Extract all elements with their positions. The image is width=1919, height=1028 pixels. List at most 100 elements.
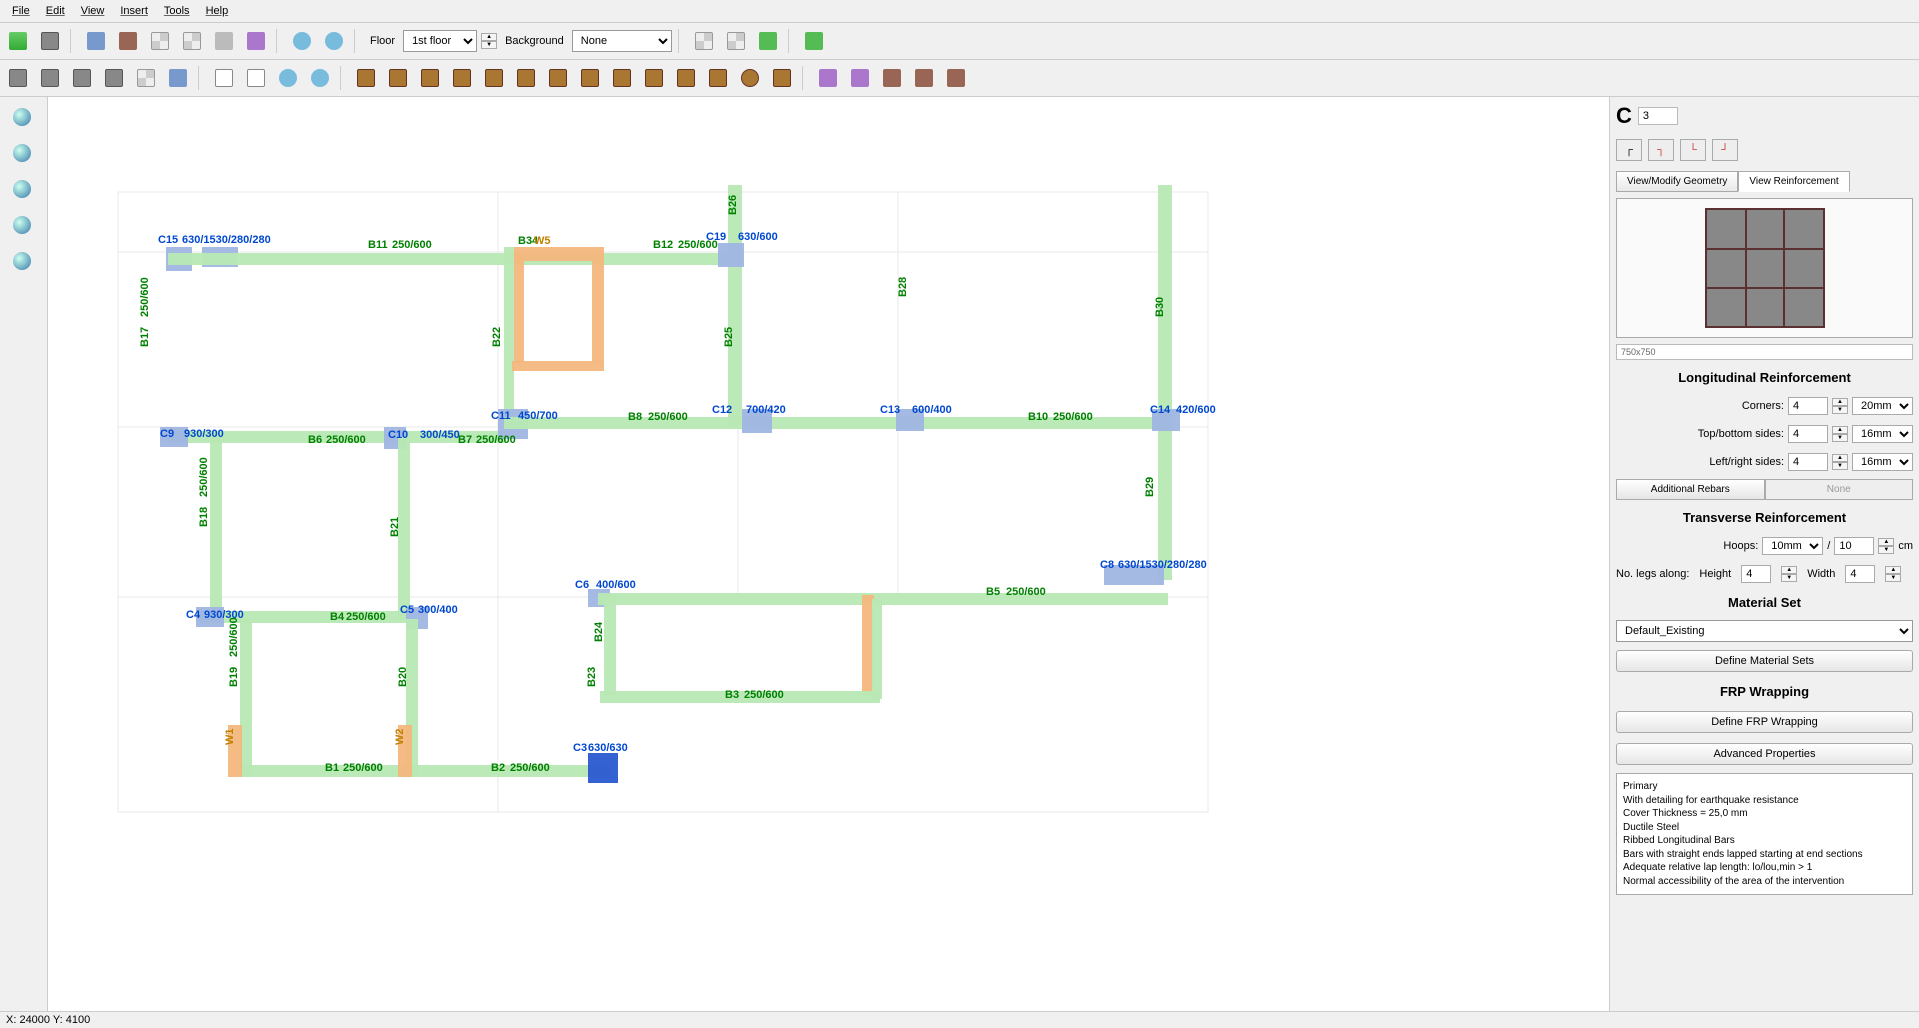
slab-5[interactable] [942, 64, 970, 92]
additional-rebars-button[interactable]: Additional Rebars [1616, 479, 1765, 500]
zoom-in-icon[interactable] [4, 101, 40, 133]
save-button[interactable] [4, 27, 32, 55]
zoom-extents-icon[interactable] [4, 209, 40, 241]
slab-2[interactable] [846, 64, 874, 92]
legs-width-input[interactable] [1845, 565, 1875, 583]
legs-w-down[interactable]: ▼ [1885, 574, 1901, 582]
zoom-out-icon[interactable] [4, 137, 40, 169]
svg-text:B6: B6 [308, 434, 322, 446]
ortho-button[interactable] [722, 27, 750, 55]
tb-label: Top/bottom sides: [1698, 428, 1784, 440]
select-tool[interactable] [210, 64, 238, 92]
tb-dia-select[interactable]: 16mm [1852, 425, 1913, 443]
menu-insert[interactable]: Insert [112, 2, 156, 20]
run-button[interactable] [800, 27, 828, 55]
zoom-pan-icon[interactable] [4, 245, 40, 277]
section-circ[interactable] [736, 64, 764, 92]
lr-up[interactable]: ▲ [1832, 454, 1848, 462]
dwg-tool-6[interactable] [164, 64, 192, 92]
section-t2[interactable] [544, 64, 572, 92]
zoom-window-icon[interactable] [4, 173, 40, 205]
legs-h-down[interactable]: ▼ [1781, 574, 1797, 582]
drawing-canvas[interactable]: C15630/1530/280/280B11250/600B34W5B12250… [48, 97, 1609, 1011]
corners-dia-select[interactable]: 20mm [1852, 397, 1913, 415]
define-frp-button[interactable]: Define FRP Wrapping [1616, 711, 1913, 733]
legs-height-input[interactable] [1741, 565, 1771, 583]
dwg-tool-1[interactable] [4, 64, 32, 92]
menu-help[interactable]: Help [198, 2, 237, 20]
dwg-tool-2[interactable] [36, 64, 64, 92]
tb-down[interactable]: ▼ [1832, 434, 1848, 442]
menu-view[interactable]: View [73, 2, 113, 20]
corners-down[interactable]: ▼ [1832, 406, 1848, 414]
report-button[interactable] [242, 27, 270, 55]
tab-geometry[interactable]: View/Modify Geometry [1616, 171, 1738, 192]
corners-up[interactable]: ▲ [1832, 398, 1848, 406]
dwg-tool-3[interactable] [68, 64, 96, 92]
hoops-label: Hoops: [1723, 540, 1758, 552]
section-t1[interactable] [480, 64, 508, 92]
snap-button[interactable] [690, 27, 718, 55]
section-c[interactable] [608, 64, 636, 92]
undo-button[interactable] [288, 27, 316, 55]
svg-text:B11: B11 [368, 239, 388, 251]
background-select[interactable]: None [572, 30, 672, 52]
slab-4[interactable] [910, 64, 938, 92]
define-material-sets-button[interactable]: Define Material Sets [1616, 650, 1913, 672]
tb-up[interactable]: ▲ [1832, 426, 1848, 434]
export-dwg-button[interactable] [36, 27, 64, 55]
corner-tl-button[interactable]: ┌ [1616, 139, 1642, 161]
settings-button[interactable] [82, 27, 110, 55]
section-cross[interactable] [672, 64, 700, 92]
section-u1[interactable] [512, 64, 540, 92]
floor-select[interactable]: 1st floor [403, 30, 477, 52]
section-z[interactable] [576, 64, 604, 92]
lr-dia-select[interactable]: 16mm [1852, 453, 1913, 471]
tab-reinforcement[interactable]: View Reinforcement [1738, 171, 1849, 192]
slab-3[interactable] [878, 64, 906, 92]
section-rect[interactable] [352, 64, 380, 92]
section-box[interactable] [704, 64, 732, 92]
svg-text:B26: B26 [727, 195, 739, 215]
floor-down[interactable]: ▼ [481, 41, 497, 49]
hoops-up[interactable]: ▲ [1878, 538, 1894, 546]
corners-input[interactable] [1788, 397, 1828, 415]
lr-input[interactable] [1788, 453, 1828, 471]
check-button[interactable] [754, 27, 782, 55]
legs-w-up[interactable]: ▲ [1885, 566, 1901, 574]
corner-br-button[interactable]: ┘ [1712, 139, 1738, 161]
advanced-properties-button[interactable]: Advanced Properties [1616, 743, 1913, 765]
material-set-select[interactable]: Default_Existing [1616, 620, 1913, 642]
legs-h-up[interactable]: ▲ [1781, 566, 1797, 574]
hoops-spacing-input[interactable] [1834, 537, 1874, 555]
menu-tools[interactable]: Tools [156, 2, 198, 20]
section-l2[interactable] [416, 64, 444, 92]
section-l3[interactable] [448, 64, 476, 92]
layers-button[interactable] [114, 27, 142, 55]
hoops-down[interactable]: ▼ [1878, 546, 1894, 554]
svg-text:B3: B3 [725, 689, 739, 701]
corner-bl-button[interactable]: └ [1680, 139, 1706, 161]
move-tool[interactable] [242, 64, 270, 92]
floor-up[interactable]: ▲ [481, 33, 497, 41]
menu-file[interactable]: File [4, 2, 38, 20]
dwg-tool-5[interactable] [132, 64, 160, 92]
section-plate[interactable] [768, 64, 796, 92]
mirror-tool[interactable] [306, 64, 334, 92]
lr-down[interactable]: ▼ [1832, 462, 1848, 470]
tb-input[interactable] [1788, 425, 1828, 443]
element-id-field[interactable] [1638, 107, 1678, 125]
menu-edit[interactable]: Edit [38, 2, 73, 20]
section-l1[interactable] [384, 64, 412, 92]
background-label: Background [505, 35, 564, 47]
print-button[interactable] [210, 27, 238, 55]
rotate-tool[interactable] [274, 64, 302, 92]
corner-tr-button[interactable]: ┐ [1648, 139, 1674, 161]
hoops-dia-select[interactable]: 10mm [1762, 537, 1823, 555]
slab-1[interactable] [814, 64, 842, 92]
dwg-tool-4[interactable] [100, 64, 128, 92]
section-i[interactable] [640, 64, 668, 92]
grid-options-button[interactable] [178, 27, 206, 55]
grid-button[interactable] [146, 27, 174, 55]
redo-button[interactable] [320, 27, 348, 55]
